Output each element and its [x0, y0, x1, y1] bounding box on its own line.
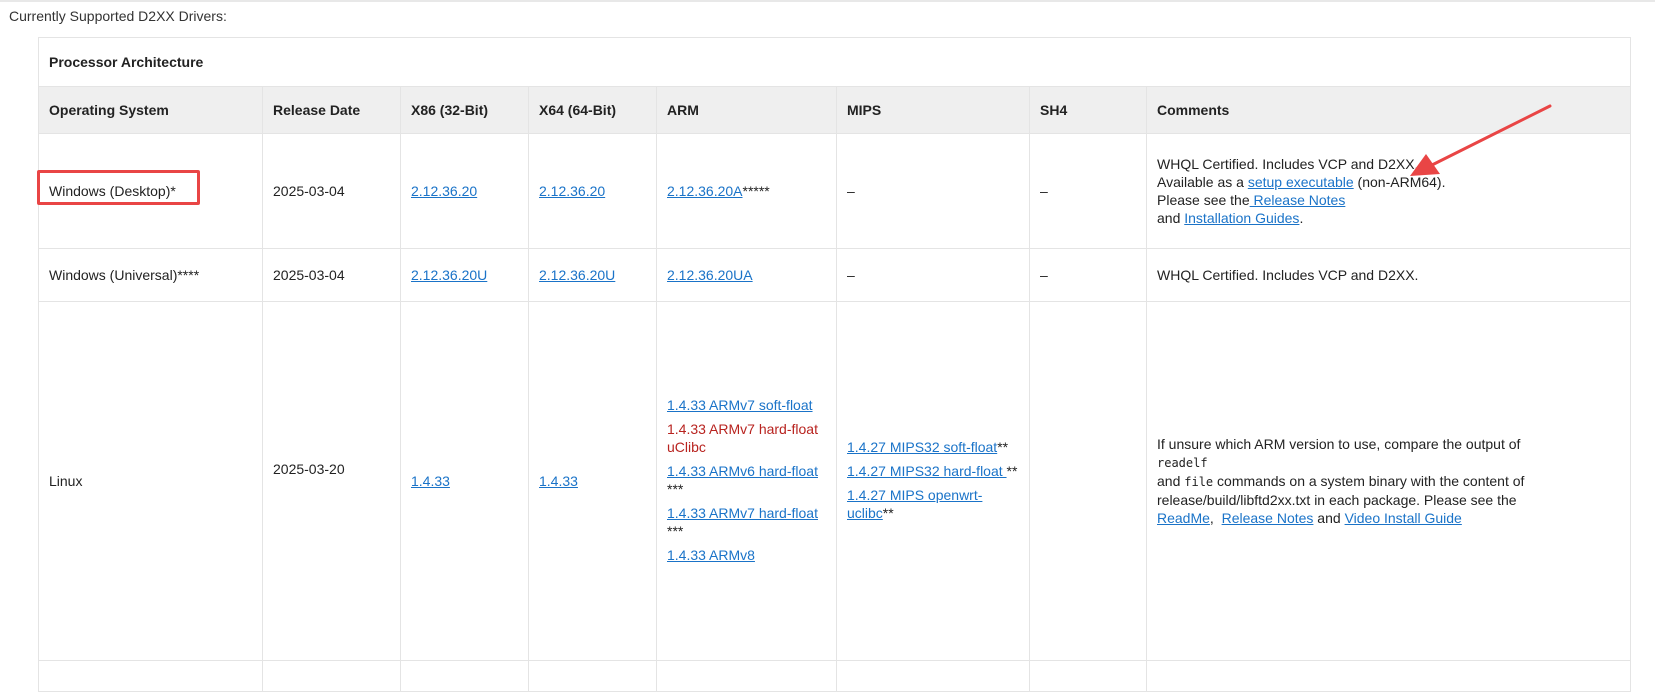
comments-cell: If unsure which ARM version to use, comp… [1145, 301, 1632, 661]
os-cell: Windows (Desktop)* [38, 133, 263, 249]
arm-driver-link[interactable]: 1.4.33 ARMv7 soft-float [667, 397, 813, 413]
table-cell [1029, 660, 1147, 692]
col-header-mips: MIPS [836, 86, 1030, 134]
comment-whql: WHQL Certified. Includes VCP and D2XX. [1157, 156, 1419, 172]
mips-footnote-marker: ** [1006, 462, 1018, 479]
mips-footnote-marker: ** [997, 438, 1009, 455]
release-notes-link[interactable]: Release Notes [1250, 192, 1346, 208]
readelf-code: readelf [1157, 456, 1208, 470]
sh4-cell [1029, 301, 1147, 661]
arm-driver-link[interactable]: 1.4.33 ARMv6 hard-float [667, 463, 818, 479]
table-cell [400, 660, 529, 692]
comment-links: ReadMe, Release Notes and Video Install … [1157, 509, 1620, 527]
table-row-windows-desktop: Windows (Desktop)* 2025-03-04 2.12.36.20… [38, 133, 1632, 249]
col-header-release-date: Release Date [262, 86, 401, 134]
arm-footnote-marker: ***** [742, 183, 770, 199]
table-cell [836, 660, 1030, 692]
installation-guides-link[interactable]: Installation Guides [1184, 210, 1299, 226]
mips-cell: – [836, 248, 1030, 302]
comment-text: (non-ARM64). [1353, 174, 1446, 190]
comment-text: Please see the [1157, 192, 1250, 208]
arm-driver-link[interactable]: 1.4.33 ARMv7 hard-float [667, 505, 818, 521]
table-cell [38, 660, 263, 692]
setup-executable-link[interactable]: setup executable [1248, 174, 1354, 190]
col-header-comments: Comments [1145, 86, 1632, 134]
comment-text: and [1313, 510, 1345, 526]
comment-text: and [1157, 210, 1185, 226]
x86-driver-link[interactable]: 1.4.33 [411, 473, 450, 489]
mips-driver-link[interactable]: 1.4.27 MIPS32 soft-float [847, 439, 997, 455]
sh4-cell: – [1029, 133, 1147, 249]
release-notes-link[interactable]: Release Notes [1222, 510, 1314, 526]
comments-cell: WHQL Certified. Includes VCP and D2XX. A… [1145, 133, 1632, 249]
arm-footnote-marker: *** [667, 480, 684, 497]
os-cell: Linux [38, 301, 263, 661]
mips-cell: – [836, 133, 1030, 249]
mips-footnote-marker: ** [882, 504, 894, 521]
drivers-table: Processor Architecture Operating System … [37, 37, 1632, 692]
comment-text: . [1299, 210, 1304, 226]
comment-text: , [1209, 510, 1222, 526]
sh4-cell: – [1029, 248, 1147, 302]
comment-guides: and Installation Guides. [1157, 209, 1620, 227]
col-header-arm: ARM [656, 86, 837, 134]
comments-cell: WHQL Certified. Includes VCP and D2XX. [1145, 248, 1632, 302]
release-date-cell: 2025-03-20 [262, 301, 401, 661]
table-cell [262, 660, 401, 692]
comment-file-cmd: and file commands on a system binary wit… [1157, 472, 1620, 509]
comment-see: Please see the Release Notes [1157, 191, 1620, 209]
col-header-sh4: SH4 [1029, 86, 1147, 134]
comment-text: and [1157, 473, 1185, 489]
table-cell [656, 660, 837, 692]
arm-driver-link[interactable]: 2.12.36.20UA [667, 267, 753, 283]
readme-link[interactable]: ReadMe [1157, 510, 1210, 526]
arm-driver-link[interactable]: 1.4.33 ARMv8 [667, 547, 755, 563]
arm-driver-unavailable: 1.4.33 ARMv7 hard-float uClibc [667, 420, 818, 455]
mips-driver-link[interactable]: 1.4.27 MIPS32 hard-float [847, 463, 1007, 479]
comment-text: Available as a [1157, 174, 1248, 190]
column-header-row: Operating System Release Date X86 (32-Bi… [38, 86, 1632, 134]
release-date-cell: 2025-03-04 [262, 248, 401, 302]
x64-driver-link[interactable]: 1.4.33 [539, 473, 578, 489]
mips-cell: 1.4.27 MIPS32 soft-float** 1.4.27 MIPS32… [836, 301, 1030, 661]
x86-driver-link[interactable]: 2.12.36.20 [411, 183, 477, 199]
comment-compare: If unsure which ARM version to use, comp… [1157, 436, 1521, 452]
x64-driver-link[interactable]: 2.12.36.20 [539, 183, 605, 199]
mips-driver-link[interactable]: 1.4.27 MIPS openwrt-uclibc [847, 487, 982, 521]
table-row-windows-universal: Windows (Universal)**** 2025-03-04 2.12.… [38, 248, 1632, 302]
col-header-x86: X86 (32-Bit) [400, 86, 529, 134]
section-caption: Currently Supported D2XX Drivers: [9, 8, 227, 24]
arm-cell: 1.4.33 ARMv7 soft-float 1.4.33 ARMv7 har… [656, 301, 837, 661]
table-row-linux: Linux 2025-03-20 1.4.33 1.4.33 1.4.33 AR… [38, 301, 1632, 661]
x64-driver-link[interactable]: 2.12.36.20U [539, 267, 615, 283]
table-cell [1145, 660, 1632, 692]
comment-text: commands on a system binary with the con… [1157, 473, 1525, 508]
table-row-next [38, 660, 1632, 692]
top-divider [0, 0, 1655, 2]
x86-driver-link[interactable]: 2.12.36.20U [411, 267, 487, 283]
file-code: file [1184, 475, 1214, 489]
col-header-x64: X64 (64-Bit) [528, 86, 657, 134]
os-cell: Windows (Universal)**** [38, 248, 263, 302]
table-cell [528, 660, 657, 692]
release-date-cell: 2025-03-04 [262, 133, 401, 249]
arm-driver-link[interactable]: 2.12.36.20A [667, 183, 743, 199]
arch-header: Processor Architecture [37, 37, 1632, 87]
arm-footnote-marker: *** [667, 522, 684, 539]
comment-availability: Available as a setup executable (non-ARM… [1157, 173, 1620, 191]
col-header-os: Operating System [38, 86, 263, 134]
video-install-guide-link[interactable]: Video Install Guide [1345, 510, 1462, 526]
arch-header-row: Processor Architecture [37, 37, 1632, 87]
